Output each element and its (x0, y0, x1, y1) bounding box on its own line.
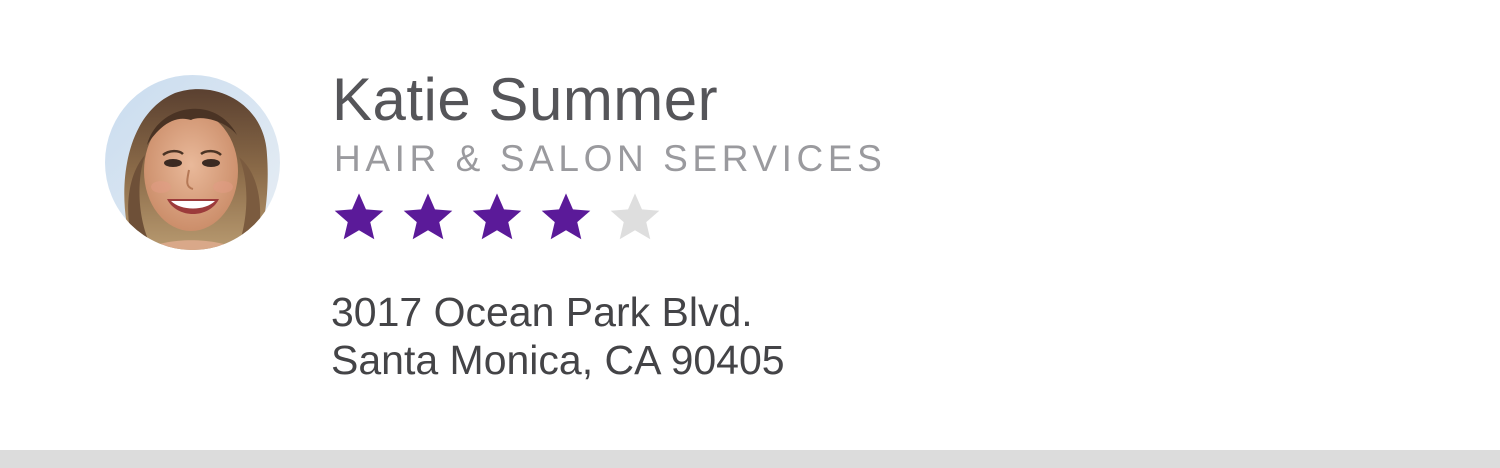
star-rating (332, 191, 677, 243)
provider-card[interactable]: Katie Summer HAIR & SALON SERVICES 3017 … (0, 0, 1500, 450)
address[interactable]: 3017 Ocean Park Blvd. Santa Monica, CA 9… (331, 288, 785, 384)
provider-name: Katie Summer (332, 66, 719, 133)
star-icon (472, 193, 522, 240)
star-icon (541, 193, 591, 240)
address-line-1: 3017 Ocean Park Blvd. (331, 289, 753, 335)
avatar[interactable] (105, 75, 280, 250)
service-category: HAIR & SALON SERVICES (334, 138, 887, 179)
star-icon (334, 193, 384, 240)
star-icon (610, 193, 660, 240)
star-icon (403, 193, 453, 240)
bottom-divider (0, 450, 1500, 468)
address-line-2: Santa Monica, CA 90405 (331, 337, 785, 383)
